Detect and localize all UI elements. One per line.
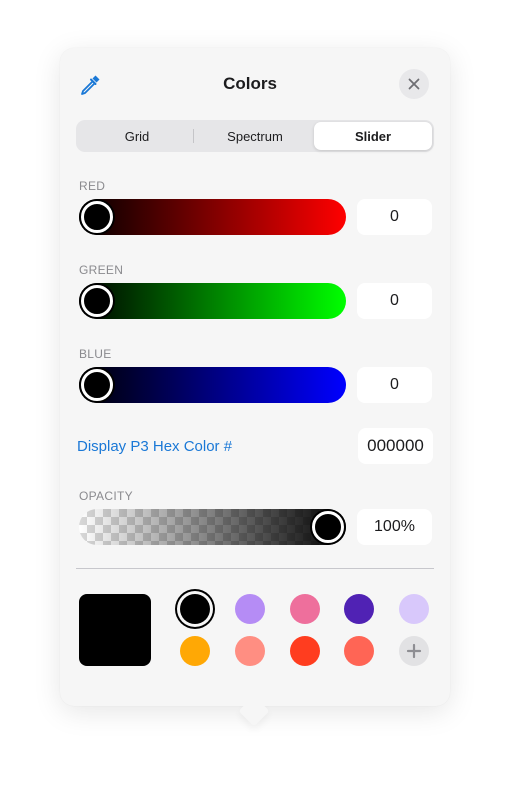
color-swatch[interactable] xyxy=(235,636,265,666)
current-color-preview xyxy=(79,594,151,666)
color-swatch[interactable] xyxy=(235,594,265,624)
view-mode-tabs: Grid Spectrum Slider xyxy=(76,120,434,152)
blue-value-field[interactable]: 0 xyxy=(357,367,432,403)
color-swatch[interactable] xyxy=(180,636,210,666)
opacity-label: OPACITY xyxy=(79,489,133,503)
red-label: RED xyxy=(79,179,106,193)
popover-title: Colors xyxy=(223,74,277,93)
section-divider xyxy=(76,568,434,569)
opacity-slider-thumb[interactable] xyxy=(312,511,344,543)
color-swatch[interactable] xyxy=(344,636,374,666)
color-swatch[interactable] xyxy=(290,594,320,624)
blue-label: BLUE xyxy=(79,347,112,361)
tab-grid[interactable]: Grid xyxy=(78,122,196,150)
red-value-field[interactable]: 0 xyxy=(357,199,432,235)
tab-slider[interactable]: Slider xyxy=(314,122,432,150)
plus-icon xyxy=(406,643,422,659)
green-slider[interactable] xyxy=(79,283,346,319)
blue-slider-thumb[interactable] xyxy=(81,369,113,401)
color-swatch[interactable] xyxy=(180,594,210,624)
close-button[interactable] xyxy=(399,69,429,99)
green-label: GREEN xyxy=(79,263,124,277)
blue-slider[interactable] xyxy=(79,367,346,403)
color-swatch[interactable] xyxy=(399,594,429,624)
green-slider-thumb[interactable] xyxy=(81,285,113,317)
color-swatch[interactable] xyxy=(344,594,374,624)
opacity-slider[interactable] xyxy=(79,509,346,545)
red-slider[interactable] xyxy=(79,199,346,235)
add-swatch-button[interactable] xyxy=(399,636,429,666)
hex-color-field[interactable]: 000000 xyxy=(358,428,433,464)
color-swatch[interactable] xyxy=(290,636,320,666)
tab-spectrum[interactable]: Spectrum xyxy=(196,122,314,150)
eyedropper-icon[interactable] xyxy=(78,73,102,97)
green-value-field[interactable]: 0 xyxy=(357,283,432,319)
opacity-value-field[interactable]: 100% xyxy=(357,509,432,545)
red-slider-thumb[interactable] xyxy=(81,201,113,233)
close-icon xyxy=(408,78,420,90)
hex-color-link[interactable]: Display P3 Hex Color # xyxy=(77,438,232,455)
